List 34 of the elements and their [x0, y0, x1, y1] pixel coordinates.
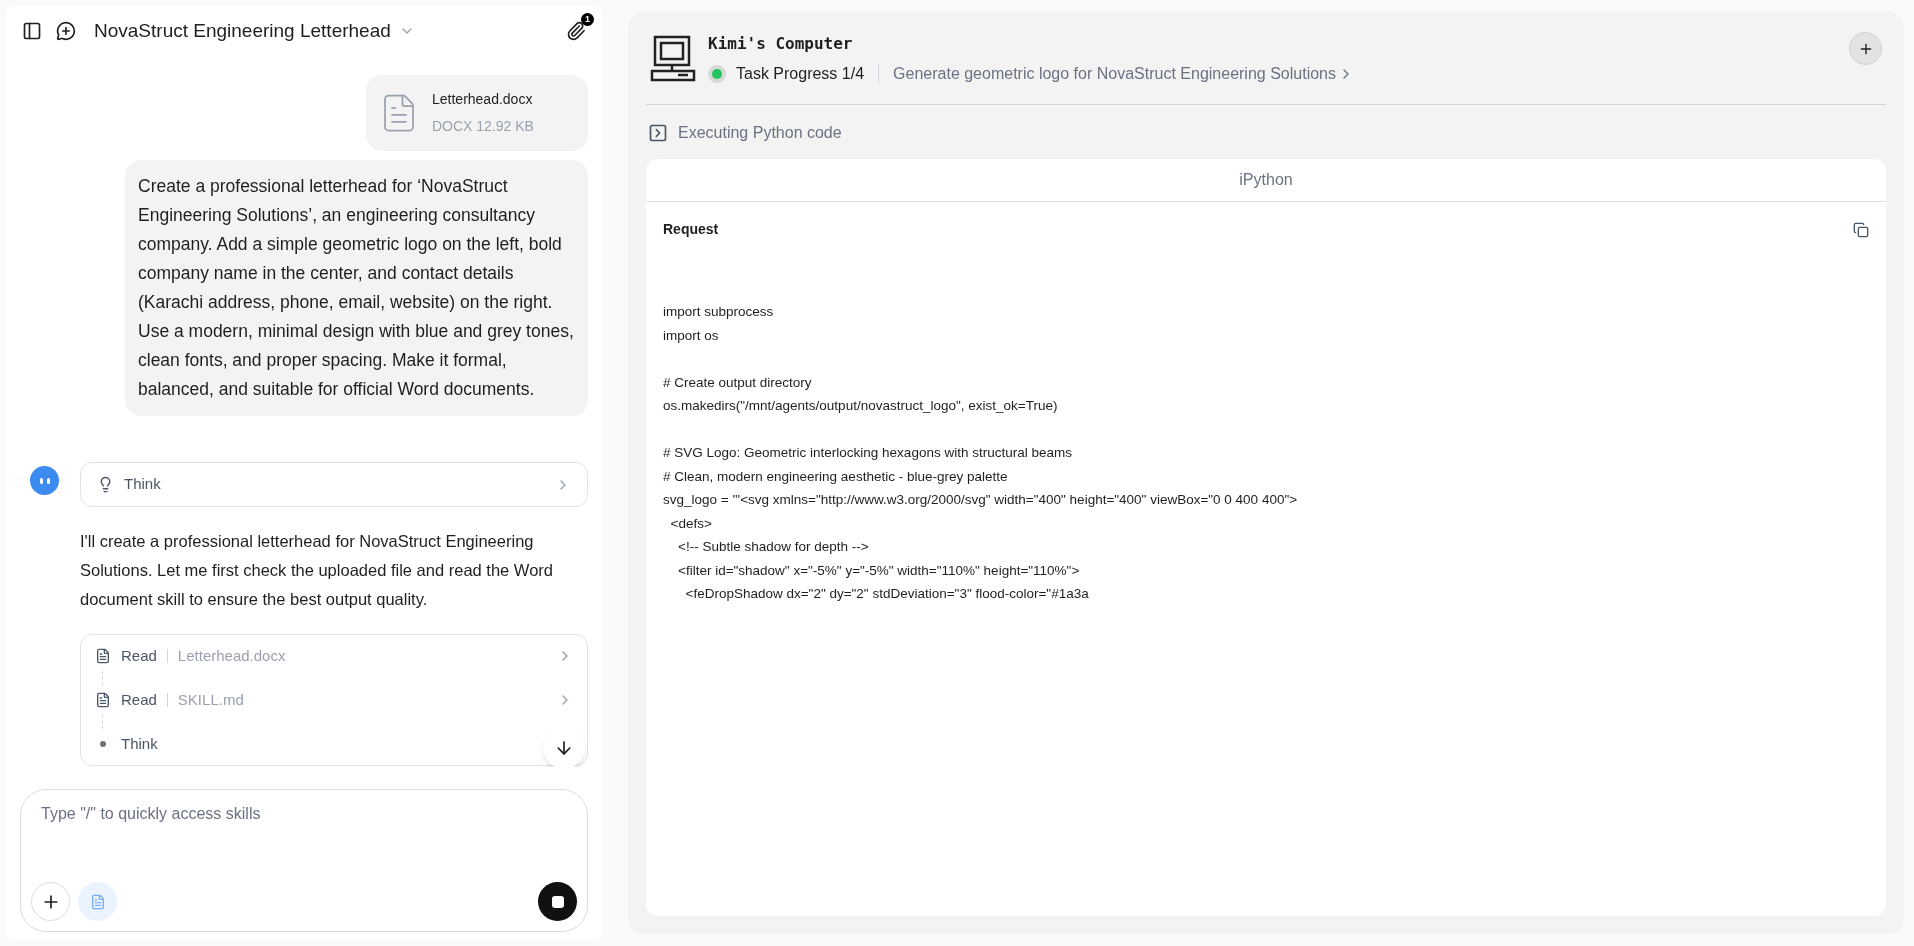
- document-icon: [95, 692, 111, 708]
- scroll-down-button[interactable]: [543, 727, 585, 767]
- add-button[interactable]: [1849, 32, 1882, 65]
- file-name: Letterhead.docx: [432, 90, 534, 109]
- terminal-icon: [648, 123, 668, 143]
- execution-status: Executing Python code: [678, 123, 842, 143]
- copy-icon[interactable]: [1853, 221, 1869, 238]
- stop-button[interactable]: [538, 882, 577, 921]
- computer-title: Kimi's Computer: [708, 33, 854, 55]
- message-input-box[interactable]: Type "/" to quickly access skills: [20, 789, 588, 932]
- panel-title: iPython: [1239, 170, 1293, 190]
- user-message: Create a professional letterhead for ‘NovaStruct Engineering Solutions’, an engineering consultancy company. Add a simple geometric logo on the left, bold company name in the center, and contact details (Karachi address, phone, email, website) on the right. Use a modern, minimal design with blue and grey tones, clean fonts, and proper spacing. Make it formal, balanced, and suitable for official Word documents.: [125, 160, 588, 416]
- section-title: Request: [663, 220, 719, 239]
- computer-icon: [650, 35, 696, 83]
- step-action: Think: [121, 733, 158, 754]
- code-text: import subprocess import os # Create output directory os.makedirs("/mnt/agents/output/novastruct_logo", exist_ok=True) # SVG Logo: Geometric interlocking hexagons with structural beams # Clean, modern engineering aesthetic - blue-grey palette svg_logo = '''<svg xmlns="http://www.w3.org/2000/svg" width="400" height="400" viewBox="0 0 400 400"> <defs> <!-- Subtle shadow for depth --> <filter id="shadow" x="-5%" y="-5%" width="110%" height="110%"> <feDropShadow dx="2" dy="2" stdDeviation="3" flood-color="#1a3a: [662, 303, 1299, 603]
- file-meta: DOCX 12.92 KB: [432, 117, 534, 136]
- step-action: Read: [121, 689, 157, 710]
- assistant-message: I'll create a professional letterhead for NovaStruct Engineering Solutions. Let me first check the uploaded file and read the Word document skill to ensure the best output quality.: [80, 531, 554, 610]
- document-icon: [89, 893, 106, 910]
- attachment-icon[interactable]: [566, 21, 586, 41]
- stop-icon: [551, 895, 564, 908]
- assistant-avatar: [30, 466, 59, 495]
- new-chat-icon[interactable]: [56, 21, 76, 41]
- think-toggle[interactable]: Think: [80, 462, 588, 507]
- current-task-link[interactable]: Generate geometric logo for NovaStruct Engineering Solutions: [893, 62, 1354, 86]
- chat-title-dropdown[interactable]: NovaStruct Engineering Letterhead: [94, 16, 415, 46]
- step-action: Read: [121, 645, 157, 666]
- task-step-counter: Task Progress 1/4: [736, 64, 865, 84]
- file-attachment-card[interactable]: Letterhead.docx DOCX 12.92 KB: [366, 75, 588, 151]
- attachment-count-badge: 1: [581, 13, 594, 26]
- document-icon: [95, 648, 111, 664]
- sidebar-toggle-icon[interactable]: [22, 21, 42, 41]
- message-input[interactable]: Type "/" to quickly access skills: [31, 802, 577, 826]
